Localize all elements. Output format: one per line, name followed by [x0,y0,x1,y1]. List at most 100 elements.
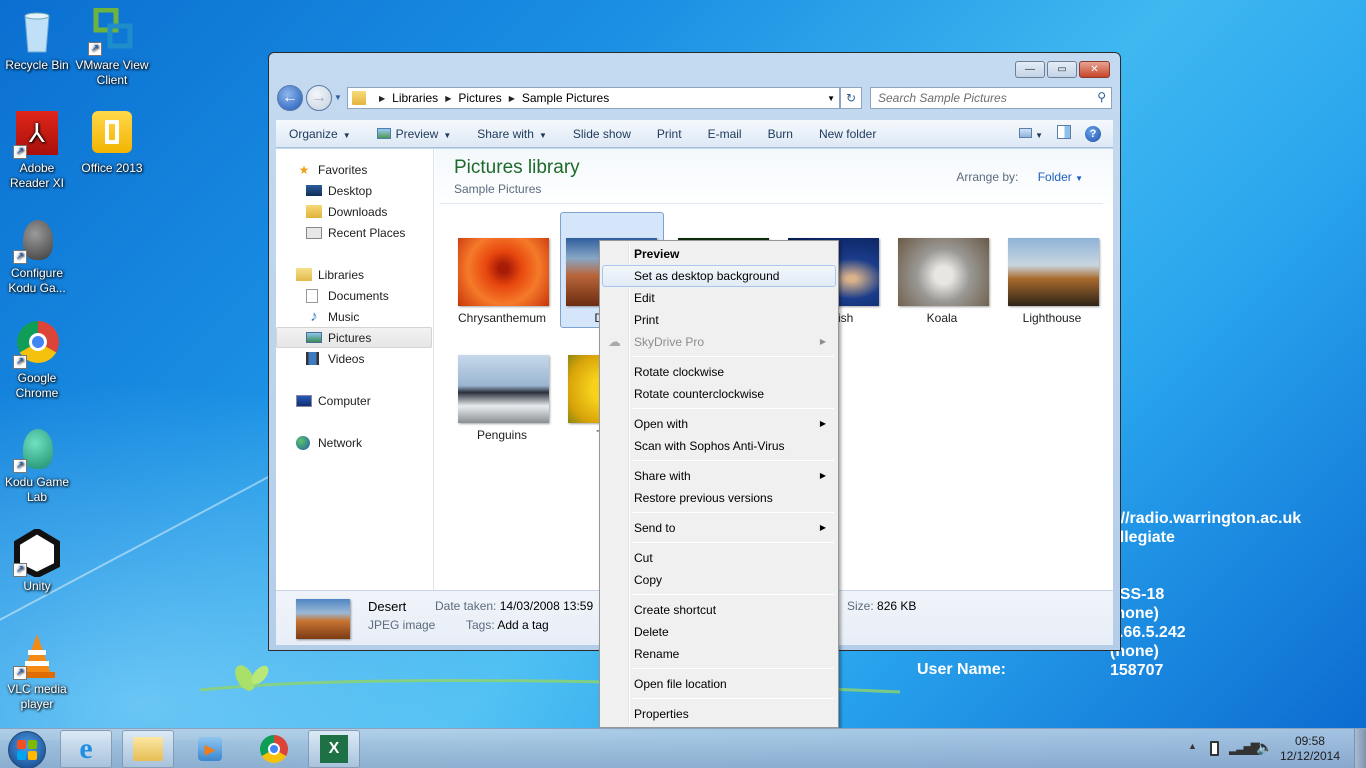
desktop-icon-vlc[interactable]: ↗ VLC media player [0,632,74,712]
menu-item-open-with[interactable]: Open with ▶ [602,413,836,435]
taskbar-windows-explorer[interactable] [122,730,174,768]
menu-item-restore-previous-versions[interactable]: Restore previous versions [602,487,836,509]
address-dropdown-icon[interactable]: ▼ [827,94,835,103]
address-bar[interactable]: ▶ Libraries ▶ Pictures ▶ Sample Pictures… [347,87,840,109]
volume-icon[interactable]: 🔈 [1256,739,1273,756]
cloud-icon: ☁ [608,334,621,349]
print-button[interactable]: Print [644,127,695,141]
slide-show-button[interactable]: Slide show [560,127,644,141]
preview-button[interactable]: Preview ▼ [364,127,465,141]
nav-recent-places[interactable]: Recent Places [276,222,432,243]
details-tags-input[interactable]: Add a tag [497,618,548,632]
navigation-pane: ★ Favorites Desktop Downloads Recent Plac… [276,149,434,590]
desktop-icon-recycle-bin[interactable]: Recycle Bin [0,8,74,73]
change-view-button[interactable]: ▼ [1018,127,1043,141]
file-tile-lighthouse[interactable]: Lighthouse [1000,212,1104,328]
breadcrumb-libraries[interactable]: Libraries [392,91,438,105]
menu-separator [632,698,834,699]
menu-item-create-shortcut[interactable]: Create shortcut [602,599,836,621]
nav-documents[interactable]: Documents [276,285,432,306]
close-button[interactable]: ✕ [1079,61,1110,78]
file-tile-penguins[interactable]: Penguins [450,329,554,445]
nav-downloads[interactable]: Downloads [276,201,432,222]
search-icon[interactable]: ⚲ [1097,90,1106,104]
nav-network[interactable]: Network [276,432,432,453]
menu-item-preview[interactable]: Preview [602,243,836,265]
breadcrumb-separator-icon[interactable]: ▶ [445,94,451,103]
menu-item-delete[interactable]: Delete [602,621,836,643]
menu-item-edit[interactable]: Edit [602,287,836,309]
nav-computer[interactable]: Computer [276,390,432,411]
desktop-icon-label: Unity [23,579,51,593]
desktop-icon-vmware[interactable]: ↗ VMware View Client [75,7,149,88]
taskbar-excel[interactable]: X [308,730,360,768]
breadcrumb-sample-pictures[interactable]: Sample Pictures [522,91,609,105]
file-tile-chrysanthemum[interactable]: Chrysanthemum [450,212,554,328]
menu-item-print[interactable]: Print [602,309,836,331]
start-button[interactable] [8,731,46,768]
nav-videos[interactable]: Videos [276,348,432,369]
menu-item-rename[interactable]: Rename [602,643,836,665]
menu-item-open-file-location[interactable]: Open file location [602,673,836,695]
organize-button[interactable]: Organize ▼ [276,127,364,141]
desktop-icon-label: VMware View Client [75,58,149,87]
taskbar-media-player[interactable]: ▶ [184,730,236,768]
nav-libraries[interactable]: Libraries [276,264,432,285]
menu-item-label: Rotate counterclockwise [634,387,765,401]
desktop-icon-label: VLC media player [7,682,67,711]
desktop-icon-adobe-reader[interactable]: ⅄ ↗ Adobe Reader XI [0,111,74,191]
minimize-button[interactable]: — [1015,61,1045,78]
arrange-dropdown[interactable]: Folder ▼ [1038,170,1083,184]
show-hidden-icons-button[interactable]: ▲ [1188,741,1197,751]
breadcrumb-pictures[interactable]: Pictures [458,91,501,105]
desktop-icon-configure-kodu[interactable]: ↗ Configure Kodu Ga... [0,216,74,296]
maximize-button[interactable]: ▭ [1047,61,1077,78]
search-input[interactable]: Search Sample Pictures ⚲ [870,87,1112,109]
back-button[interactable]: ← [277,85,303,111]
breadcrumb-separator-icon[interactable]: ▶ [509,94,515,103]
bginfo-line: (none) [1110,643,1159,660]
network-signal-icon[interactable]: ▂▃▅▇ [1229,741,1260,755]
menu-item-label: Copy [634,573,663,587]
menu-item-set-desktop-background[interactable]: Set as desktop background [602,265,836,287]
menu-item-rotate-clockwise[interactable]: Rotate clockwise [602,361,836,383]
desktop-icon-unity[interactable]: ↗ Unity [0,527,74,594]
preview-pane-button[interactable] [1057,125,1071,142]
breadcrumb-separator-icon[interactable]: ▶ [379,94,385,103]
nav-pictures[interactable]: Pictures [276,327,432,348]
menu-item-copy[interactable]: Copy [602,569,836,591]
help-icon[interactable]: ? [1085,125,1101,142]
menu-item-send-to[interactable]: Send to ▶ [602,517,836,539]
nav-music[interactable]: ♪ Music [276,306,432,327]
refresh-button[interactable]: ↻ [840,87,862,109]
menu-item-cut[interactable]: Cut [602,547,836,569]
show-desktop-button[interactable] [1354,729,1366,768]
menu-item-share-with[interactable]: Share with ▶ [602,465,836,487]
recent-pages-dropdown[interactable]: ▼ [334,93,342,102]
menu-item-properties[interactable]: Properties [602,703,836,725]
preview-pane-icon [1057,125,1071,139]
menu-item-skydrive-pro[interactable]: ☁ SkyDrive Pro ▶ [602,331,836,353]
share-with-button[interactable]: Share with ▼ [464,127,560,141]
menu-item-rotate-counterclockwise[interactable]: Rotate counterclockwise [602,383,836,405]
preview-label: Preview [395,126,439,141]
nav-label: Downloads [328,204,388,219]
burn-button[interactable]: Burn [755,127,806,141]
star-icon: ★ [298,162,310,177]
menu-item-scan-sophos[interactable]: Scan with Sophos Anti-Virus [602,435,836,457]
desktop-icon-office[interactable]: Office 2013 [75,111,149,176]
clock[interactable]: 09:58 12/12/2014 [1280,734,1340,764]
new-folder-button[interactable]: New folder [806,127,889,141]
taskbar-internet-explorer[interactable]: e [60,730,112,768]
battery-icon[interactable] [1210,741,1219,756]
email-button[interactable]: E-mail [695,127,755,141]
desktop-icon-kodu[interactable]: ↗ Kodu Game Lab [0,425,74,505]
nav-desktop[interactable]: Desktop [276,180,432,201]
submenu-arrow-icon: ▶ [819,419,826,428]
desktop-icon-chrome[interactable]: ↗ Google Chrome [0,321,74,401]
nav-favorites[interactable]: ★ Favorites [276,159,432,180]
file-tile-koala[interactable]: Koala [890,212,994,328]
taskbar-chrome[interactable] [248,730,300,768]
menu-separator [632,356,834,357]
forward-button[interactable]: → [306,85,332,111]
